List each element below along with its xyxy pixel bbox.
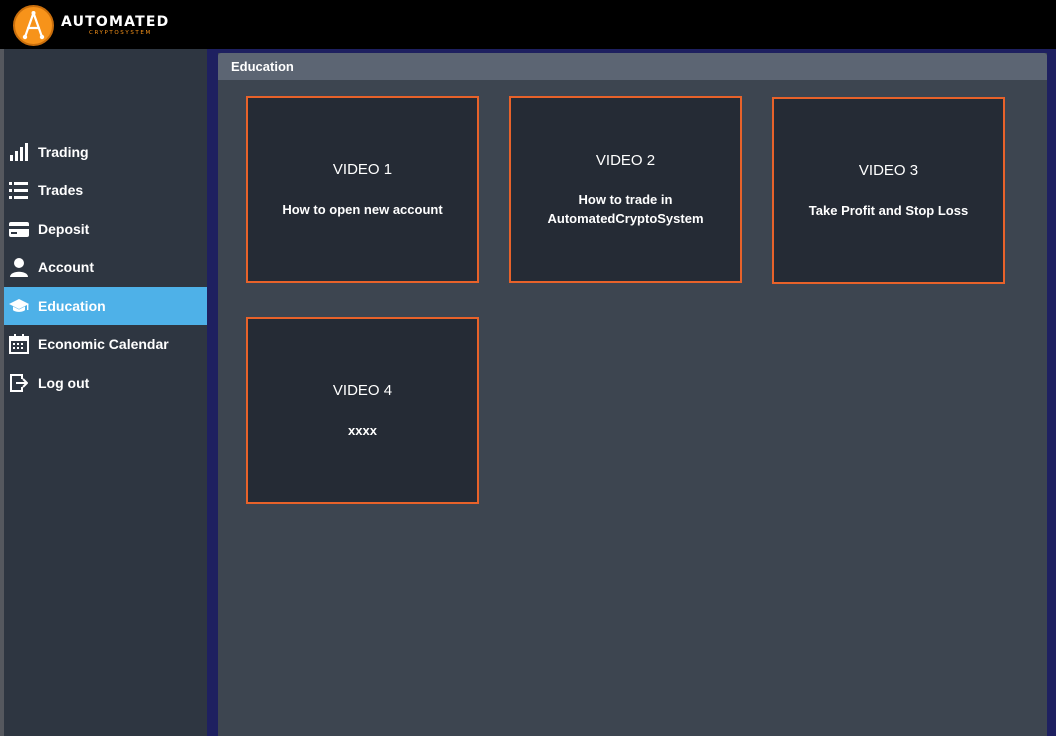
calendar-icon — [9, 334, 29, 354]
graduation-cap-icon — [9, 296, 29, 316]
brand-subtitle: CRYPTOSYSTEM — [89, 29, 152, 36]
brand-title: AUTOMATED — [61, 13, 170, 30]
logo-icon — [13, 5, 54, 46]
brand-logo[interactable]: AUTOMATED CRYPTOSYSTEM — [13, 5, 169, 46]
bar-chart-icon — [9, 142, 29, 162]
user-icon — [9, 257, 29, 277]
sidebar-item-label: Education — [38, 298, 106, 314]
video-card-title: VIDEO 4 — [332, 381, 393, 399]
sidebar-item-deposit[interactable]: Deposit — [4, 210, 207, 248]
video-card-4[interactable]: VIDEO 4 xxxx — [246, 317, 479, 504]
page-title: Education — [218, 53, 1047, 80]
sidebar-item-trades[interactable]: Trades — [4, 171, 207, 209]
sidebar: Trading Trades Deposit Account Education… — [4, 49, 207, 736]
video-card-description: xxxx — [348, 422, 377, 438]
sidebar-item-log-out[interactable]: Log out — [4, 364, 207, 402]
sidebar-item-account[interactable]: Account — [4, 248, 207, 286]
sidebar-item-label: Trades — [38, 182, 84, 198]
logout-icon — [9, 373, 29, 393]
video-card-description: How to trade in AutomatedCryptoSystem — [547, 191, 704, 226]
video-card-3[interactable]: VIDEO 3 Take Profit and Stop Loss — [772, 97, 1005, 284]
video-card-title: VIDEO 2 — [595, 151, 656, 169]
education-panel: Education VIDEO 1 How to open new accoun… — [218, 53, 1047, 736]
sidebar-item-label: Log out — [38, 375, 90, 391]
video-card-description: How to open new account — [282, 201, 443, 217]
sidebar-item-economic-calendar[interactable]: Economic Calendar — [4, 325, 207, 363]
list-icon — [9, 180, 29, 200]
sidebar-item-label: Trading — [38, 144, 89, 160]
sidebar-item-label: Deposit — [38, 221, 90, 237]
main-area: Education VIDEO 1 How to open new accoun… — [216, 49, 1056, 736]
video-card-1[interactable]: VIDEO 1 How to open new account — [246, 96, 479, 283]
top-header: AUTOMATED CRYPTOSYSTEM — [0, 0, 1056, 49]
sidebar-item-trading[interactable]: Trading — [4, 133, 207, 171]
video-card-description: Take Profit and Stop Loss — [808, 202, 969, 218]
video-card-2[interactable]: VIDEO 2 How to trade in AutomatedCryptoS… — [509, 96, 742, 283]
credit-card-icon — [9, 219, 29, 239]
video-card-title: VIDEO 3 — [858, 161, 919, 179]
sidebar-divider — [207, 49, 216, 736]
video-card-title: VIDEO 1 — [332, 160, 393, 178]
sidebar-item-label: Economic Calendar — [38, 336, 169, 352]
sidebar-item-label: Account — [38, 259, 94, 275]
sidebar-item-education[interactable]: Education — [4, 287, 207, 325]
